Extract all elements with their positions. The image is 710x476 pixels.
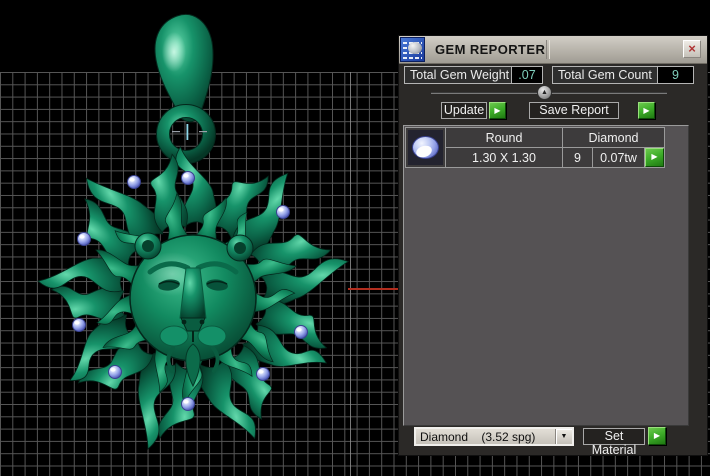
gem-size-cell: 1.30 X 1.30 <box>446 148 562 167</box>
application-window: GEM REPORTER × Total Gem Weight .07 Tota… <box>0 0 710 476</box>
gem-row-run-icon[interactable]: ▶ <box>645 148 664 167</box>
gem-thumbnail-tile <box>408 130 443 165</box>
lion-sun-pendant-model <box>37 14 350 450</box>
gem-instance <box>127 175 141 189</box>
update-button[interactable]: Update <box>441 102 487 119</box>
gem-instance <box>108 365 122 379</box>
gem-table: Round Diamond 1.30 X 1.30 9 0.07tw ▶ <box>405 127 665 168</box>
set-material-run-icon[interactable]: ▶ <box>648 427 666 445</box>
save-report-run-icon[interactable]: ▶ <box>638 102 655 119</box>
panel-slider-handle[interactable]: ▲ <box>537 85 552 100</box>
total-gem-weight-label: Total Gem Weight <box>405 67 511 83</box>
set-material-button[interactable]: Set Material <box>583 428 645 457</box>
gem-row-action-cell: ▶ <box>645 148 664 167</box>
close-button[interactable]: × <box>683 40 701 58</box>
gem-shape-header: Round <box>446 128 562 147</box>
total-gem-count-group: Total Gem Count 9 <box>552 66 694 84</box>
material-dropdown[interactable]: Diamond (3.52 spg) ▼ <box>414 427 574 446</box>
gem-reporter-panel: GEM REPORTER × Total Gem Weight .07 Tota… <box>398 35 708 457</box>
panel-title: GEM REPORTER <box>435 42 546 57</box>
save-report-button[interactable]: Save Report <box>529 102 619 119</box>
gem-thumbnail-cell[interactable] <box>406 128 445 167</box>
material-dropdown-value: Diamond (3.52 spg) <box>420 429 536 444</box>
total-gem-count-label: Total Gem Count <box>553 67 657 83</box>
total-gem-count-value: 9 <box>657 67 693 83</box>
titlebar-separator <box>546 40 550 59</box>
gem-instance <box>77 232 91 246</box>
total-gem-weight-value: .07 <box>511 67 542 83</box>
dropdown-caret-icon[interactable]: ▼ <box>555 429 572 444</box>
gem-instance <box>181 171 195 185</box>
total-gem-weight-group: Total Gem Weight .07 <box>404 66 543 84</box>
round-gem-icon <box>412 136 439 159</box>
gem-list-area: Round Diamond 1.30 X 1.30 9 0.07tw ▶ <box>403 125 689 426</box>
gem-weight-cell: 0.07tw <box>593 148 644 167</box>
gem-instance <box>276 205 290 219</box>
update-run-icon[interactable]: ▶ <box>489 102 506 119</box>
gem-material-header: Diamond <box>563 128 664 147</box>
gem-instance <box>256 367 270 381</box>
panel-titlebar[interactable]: GEM REPORTER × <box>399 36 707 64</box>
gem-instance <box>294 325 308 339</box>
gem-instance <box>72 318 86 332</box>
pendant-bail <box>154 14 216 164</box>
gem-count-cell: 9 <box>563 148 592 167</box>
gem-reporter-icon <box>400 37 425 62</box>
gem-instance <box>181 397 195 411</box>
